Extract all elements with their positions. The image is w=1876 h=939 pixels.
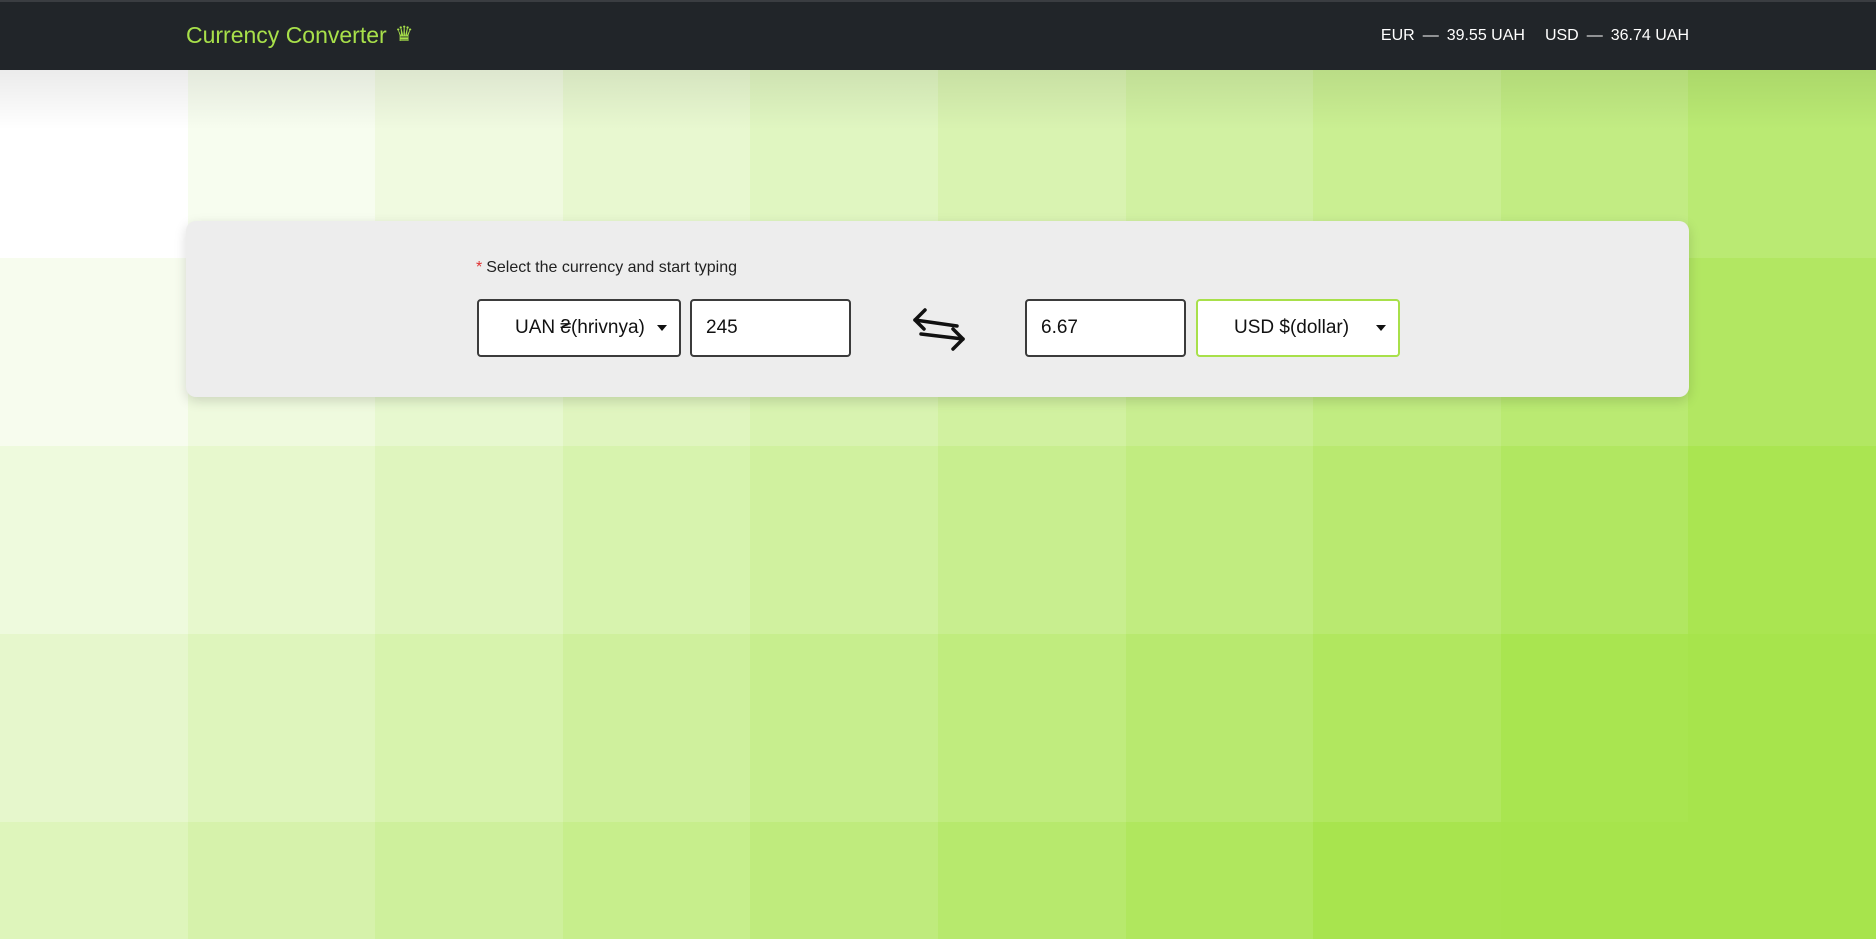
caret-down-icon (657, 325, 667, 331)
background-tile (1125, 446, 1314, 634)
exchange-rates: EUR — 39.55 UAH USD — 36.74 UAH (1381, 24, 1689, 48)
caret-down-icon (1376, 325, 1386, 331)
background-tile (0, 70, 188, 258)
converter-card: * Select the currency and start typing UA… (186, 221, 1689, 397)
brand-title: Currency Converter (186, 22, 387, 48)
background-tile (187, 446, 376, 634)
from-amount-input[interactable] (690, 299, 851, 357)
background-tile (937, 822, 1126, 939)
background-tile (750, 634, 938, 822)
rate-code: EUR (1380, 27, 1415, 44)
background-tile (0, 634, 188, 822)
background-tile (1125, 634, 1314, 822)
background-tiles (0, 70, 1876, 939)
background-tile (375, 446, 563, 634)
background-tile (1313, 634, 1501, 822)
to-currency-select[interactable]: USD $(dollar) (1196, 299, 1400, 357)
background-tile (1500, 822, 1689, 939)
background-tile (937, 446, 1126, 634)
background-tile (0, 822, 188, 939)
rate-value: 39.55 UAH (1446, 27, 1525, 44)
from-currency-value: UAN ₴(hrivnya) (515, 317, 645, 338)
background-tile (562, 446, 751, 634)
to-currency-value: USD $(dollar) (1234, 317, 1350, 338)
background-tile (0, 258, 188, 446)
label-text: Select the currency and start typing (486, 259, 738, 276)
background-tile (187, 822, 376, 939)
crown-icon: ♛ (394, 23, 414, 46)
brand[interactable]: Currency Converter ♛ (186, 20, 414, 50)
background-tile (750, 446, 938, 634)
background-tile (562, 634, 751, 822)
swap-arrows-icon[interactable] (909, 304, 969, 354)
background-tile (375, 822, 563, 939)
background-tile (937, 634, 1126, 822)
background-tile (1688, 822, 1876, 939)
rate-value: 36.74 UAH (1610, 27, 1689, 44)
background-tile (1688, 446, 1876, 634)
background-tile (187, 634, 376, 822)
from-currency-select[interactable]: UAN ₴(hrivnya) (477, 299, 681, 357)
rate-dash: — (1586, 27, 1603, 44)
background-tile (1313, 822, 1501, 939)
background-tile (562, 822, 751, 939)
navbar: Currency Converter ♛ EUR — 39.55 UAH USD… (0, 0, 1876, 70)
background-tile (1688, 258, 1876, 446)
background-tile (1688, 70, 1876, 258)
background-tile (0, 446, 188, 634)
converter-label: * Select the currency and start typing (476, 259, 737, 277)
rate-usd: USD — 36.74 UAH (1545, 24, 1689, 48)
background-tile (1688, 634, 1876, 822)
rate-dash: — (1422, 27, 1439, 44)
background-tile (750, 822, 938, 939)
rate-code: USD (1544, 27, 1579, 44)
background-tile (1500, 634, 1689, 822)
background-tile (1125, 822, 1314, 939)
required-mark: * (476, 259, 483, 276)
background-tile (1500, 446, 1689, 634)
rate-eur: EUR — 39.55 UAH (1381, 24, 1525, 48)
background-tile (375, 634, 563, 822)
background-tile (1313, 446, 1501, 634)
to-amount-input[interactable] (1025, 299, 1186, 357)
